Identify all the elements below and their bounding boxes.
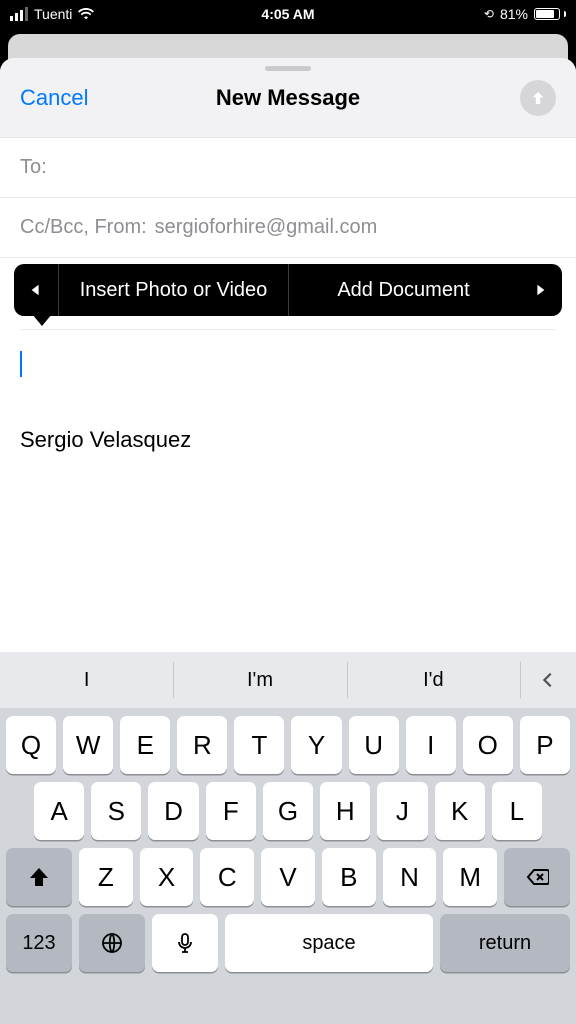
divider <box>20 329 556 330</box>
to-field[interactable]: To: <box>0 138 576 198</box>
key-t[interactable]: T <box>234 716 284 774</box>
popover-tail <box>32 314 52 326</box>
collapse-suggestions-button[interactable] <box>520 652 576 708</box>
key-q[interactable]: Q <box>6 716 56 774</box>
key-x[interactable]: X <box>140 848 194 906</box>
chevron-left-icon <box>540 671 556 689</box>
clock: 4:05 AM <box>261 6 314 22</box>
compose-sheet: Cancel New Message To: Cc/Bcc, From: ser… <box>0 58 576 1024</box>
key-w[interactable]: W <box>63 716 113 774</box>
device-frame: Tuenti 4:05 AM ⟲ 81% Cancel New Message … <box>0 0 576 1024</box>
key-row-1: Q W E R T Y U I O P <box>0 708 576 774</box>
key-d[interactable]: D <box>148 782 198 840</box>
key-row-3: Z X C V B N M <box>0 840 576 906</box>
add-document-button[interactable]: Add Document <box>288 264 518 316</box>
key-k[interactable]: K <box>435 782 485 840</box>
edit-menu-popover: Insert Photo or Video Add Document <box>14 264 562 316</box>
key-v[interactable]: V <box>261 848 315 906</box>
header-fields: To: Cc/Bcc, From: sergioforhire@gmail.co… <box>0 138 576 258</box>
arrow-up-icon <box>529 89 547 107</box>
key-c[interactable]: C <box>200 848 254 906</box>
key-f[interactable]: F <box>206 782 256 840</box>
wifi-icon <box>78 8 94 20</box>
sheet-grabber[interactable] <box>265 66 311 71</box>
key-h[interactable]: H <box>320 782 370 840</box>
popover-prev-button[interactable] <box>14 264 58 316</box>
text-caret <box>20 351 22 377</box>
key-g[interactable]: G <box>263 782 313 840</box>
key-u[interactable]: U <box>349 716 399 774</box>
backspace-icon <box>525 865 549 889</box>
microphone-icon <box>173 931 197 955</box>
key-p[interactable]: P <box>520 716 570 774</box>
signal-icon <box>10 7 28 21</box>
ccbcc-from-field[interactable]: Cc/Bcc, From: sergioforhire@gmail.com <box>0 198 576 258</box>
space-key[interactable]: space <box>225 914 433 972</box>
suggestion-2[interactable]: I'm <box>173 652 346 708</box>
key-y[interactable]: Y <box>291 716 341 774</box>
numbers-key[interactable]: 123 <box>6 914 72 972</box>
key-j[interactable]: J <box>377 782 427 840</box>
insert-photo-video-button[interactable]: Insert Photo or Video <box>58 264 288 316</box>
page-title: New Message <box>216 85 360 111</box>
battery-percent: 81% <box>500 6 528 22</box>
shift-key[interactable] <box>6 848 72 906</box>
orientation-lock-icon: ⟲ <box>484 7 494 21</box>
sheet-header: Cancel New Message <box>0 58 576 138</box>
key-m[interactable]: M <box>443 848 497 906</box>
send-button[interactable] <box>520 80 556 116</box>
triangle-left-icon <box>29 282 43 298</box>
key-z[interactable]: Z <box>79 848 133 906</box>
globe-key[interactable] <box>79 914 145 972</box>
status-bar: Tuenti 4:05 AM ⟲ 81% <box>0 0 576 28</box>
keyboard: I I'm I'd Q W E R T Y U I O P A <box>0 652 576 1024</box>
key-row-2: A S D F G H J K L <box>0 774 576 840</box>
to-label: To: <box>20 156 47 179</box>
key-s[interactable]: S <box>91 782 141 840</box>
key-i[interactable]: I <box>406 716 456 774</box>
carrier-label: Tuenti <box>34 6 72 22</box>
key-e[interactable]: E <box>120 716 170 774</box>
from-value: sergioforhire@gmail.com <box>155 216 378 239</box>
key-n[interactable]: N <box>383 848 437 906</box>
key-a[interactable]: A <box>34 782 84 840</box>
key-o[interactable]: O <box>463 716 513 774</box>
suggestion-1[interactable]: I <box>0 652 173 708</box>
dictation-key[interactable] <box>152 914 218 972</box>
backspace-key[interactable] <box>504 848 570 906</box>
shift-icon <box>27 865 51 889</box>
subject-area: Insert Photo or Video Add Document <box>0 258 576 330</box>
cancel-button[interactable]: Cancel <box>20 85 88 111</box>
key-r[interactable]: R <box>177 716 227 774</box>
globe-icon <box>100 931 124 955</box>
suggestion-bar: I I'm I'd <box>0 652 576 708</box>
suggestion-3[interactable]: I'd <box>347 652 520 708</box>
key-l[interactable]: L <box>492 782 542 840</box>
key-row-4: 123 space return <box>0 906 576 980</box>
key-b[interactable]: B <box>322 848 376 906</box>
triangle-right-icon <box>533 282 547 298</box>
signature-text: Sergio Velasquez <box>20 425 556 456</box>
battery-icon <box>534 8 566 20</box>
message-body[interactable]: Sergio Velasquez <box>0 330 576 474</box>
ccbcc-label: Cc/Bcc, From: <box>20 216 147 239</box>
popover-next-button[interactable] <box>518 264 562 316</box>
return-key[interactable]: return <box>440 914 570 972</box>
